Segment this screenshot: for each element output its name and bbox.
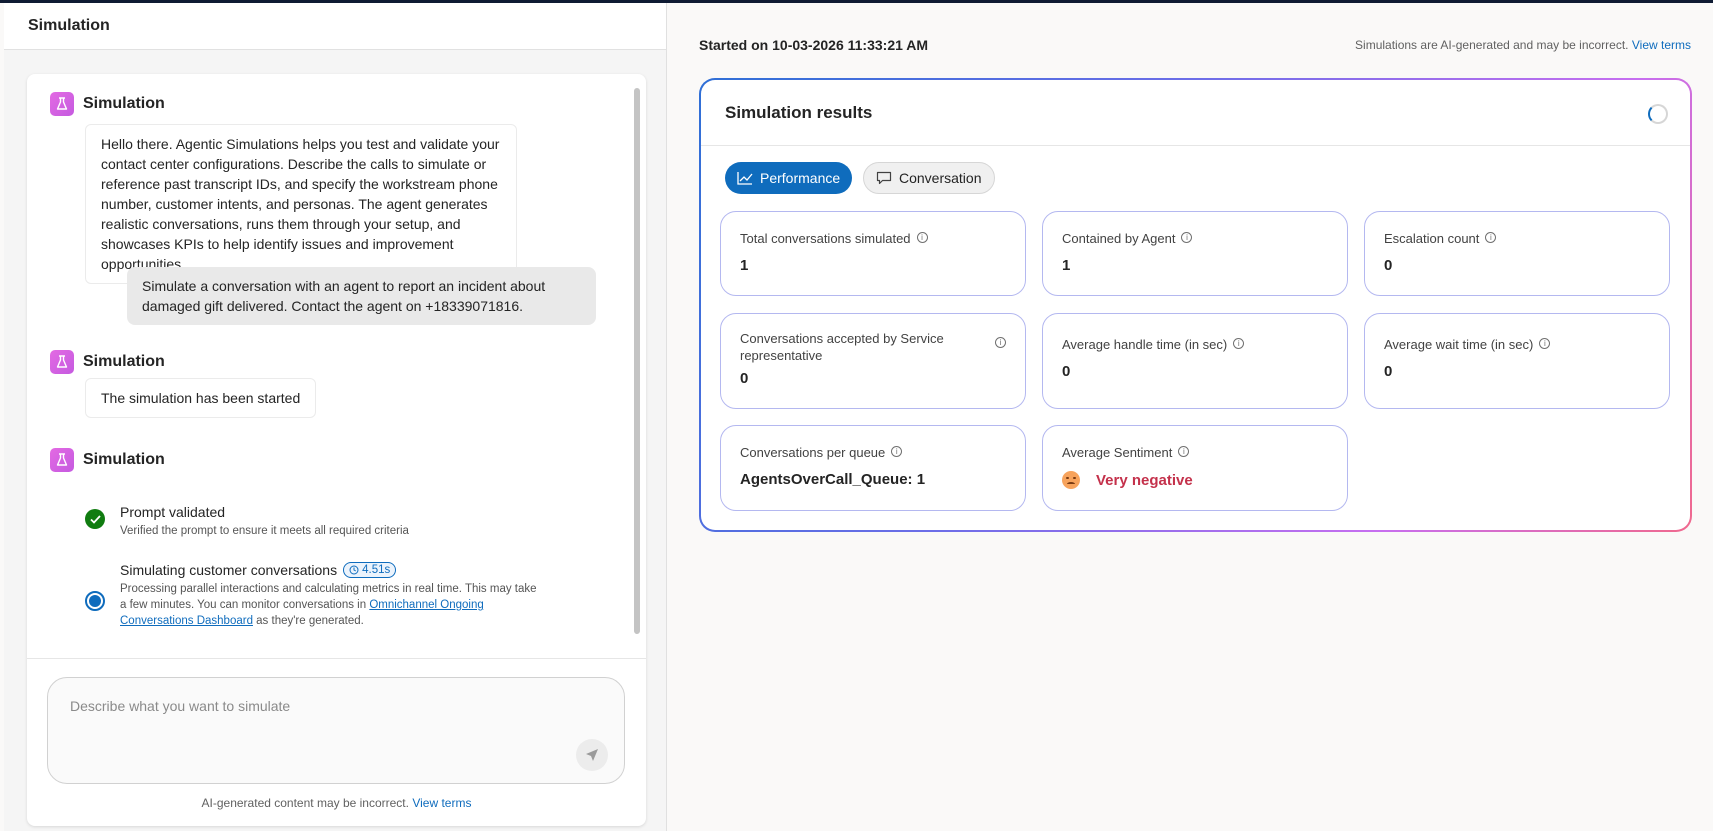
checkmark-icon [85,509,105,529]
info-icon[interactable]: i [891,446,903,457]
metric-label: Escalation count [1384,231,1480,246]
metric-contained-by-agent: Contained by Agent i 1 [1042,211,1348,296]
tab-performance[interactable]: Performance [725,162,853,194]
bot-name: Simulation [83,353,165,370]
step-title: Prompt validated [120,504,226,520]
bot-header: Simulation [50,350,165,374]
metric-label: Average wait time (in sec) [1384,337,1534,352]
results-disclaimer: Simulations are AI-generated and may be … [1355,38,1691,52]
sentiment-value: Very negative [1096,471,1193,489]
disclaimer-text: AI-generated content may be incorrect. [201,796,409,810]
metric-label: Total conversations simulated [740,231,911,246]
metric-value: 0 [1062,363,1071,380]
info-icon[interactable]: i [1539,338,1551,349]
chat-scrollbar[interactable] [634,88,640,634]
view-terms-link[interactable]: View terms [412,796,471,810]
metric-value: AgentsOverCall_Queue: 1 [740,471,926,488]
metric-label: Conversations accepted by Service repres… [740,331,944,363]
elapsed-time-badge: 4.51s [343,562,397,578]
disclaimer-text: Simulations are AI-generated and may be … [1355,38,1629,52]
started-timestamp: Started on 10-03-2026 11:33:21 AM [699,37,929,53]
metric-average-sentiment: Average Sentiment i Very negative [1042,425,1348,511]
metric-conversations-per-queue: Conversations per queue i AgentsOverCall_… [720,425,1026,511]
chat-icon [876,171,892,185]
tab-conversation[interactable]: Conversation [863,162,995,194]
chat-card: Simulation Hello there. Agentic Simulati… [27,74,646,826]
metric-label: Average Sentiment [1062,445,1173,460]
tab-label: Performance [760,170,841,186]
progress-icon [85,591,105,611]
elapsed-time: 4.51s [362,564,391,576]
clock-icon [349,565,359,575]
prompt-input-box [47,677,625,784]
step-simulating: Simulating customer conversations 4.51s … [120,562,540,629]
metric-avg-handle-time: Average handle time (in sec) i 0 [1042,313,1348,409]
bot-name: Simulation [83,451,165,468]
metric-value: 0 [740,370,749,387]
simulation-icon [50,92,74,116]
metric-value: 1 [740,257,749,274]
step-description: Processing parallel interactions and cal… [120,581,540,629]
chat-pane: Simulation Simulation Hello there. Agent… [4,3,667,831]
send-icon [586,749,598,761]
prompt-input[interactable] [70,698,550,758]
divider [701,145,1690,146]
user-message: Simulate a conversation with an agent to… [127,267,596,325]
info-icon[interactable]: i [916,232,928,243]
send-button[interactable] [576,739,608,771]
info-icon[interactable]: i [1485,232,1497,243]
pane-title: Simulation [4,3,666,50]
step-title: Simulating customer conversations [120,562,338,578]
metric-value: 0 [1384,363,1393,380]
bot-header: Simulation [50,448,165,472]
info-icon[interactable]: i [1178,446,1190,457]
info-icon[interactable]: i [1233,338,1245,349]
metric-value: 1 [1062,257,1071,274]
desc-text: as they're generated. [252,615,364,627]
metric-label: Average handle time (in sec) [1062,337,1228,352]
chat-history[interactable]: Simulation Hello there. Agentic Simulati… [27,74,646,658]
bot-header: Simulation [50,92,165,116]
ai-disclaimer: AI-generated content may be incorrect. V… [27,796,646,810]
metric-label: Contained by Agent [1062,231,1176,246]
results-title: Simulation results [725,103,873,122]
info-icon[interactable]: i [1181,232,1193,243]
tab-label: Conversation [899,170,982,186]
metric-value: 0 [1384,257,1393,274]
simulation-icon [50,448,74,472]
line-chart-icon [737,172,753,185]
metric-accepted-by-rep: Conversations accepted by Service repres… [720,313,1026,409]
metric-escalation-count: Escalation count i 0 [1364,211,1670,296]
step-prompt-validated: Prompt validated Verified the prompt to … [120,504,409,539]
loading-spinner-icon [1648,104,1668,124]
metric-label: Conversations per queue [740,445,886,460]
view-terms-link[interactable]: View terms [1632,38,1691,52]
bot-name: Simulation [83,95,165,112]
sad-face-icon [1062,471,1080,489]
started-message: The simulation has been started [85,378,317,418]
divider [27,658,646,659]
metric-total-conversations: Total conversations simulated i 1 [720,211,1026,296]
results-card: Simulation results Performance Conversat… [699,78,1692,532]
metric-avg-wait-time: Average wait time (in sec) i 0 [1364,313,1670,409]
simulation-icon [50,350,74,374]
info-icon[interactable]: i [995,337,1006,348]
welcome-message: Hello there. Agentic Simulations helps y… [85,124,517,284]
step-description: Verified the prompt to ensure it meets a… [120,525,409,537]
